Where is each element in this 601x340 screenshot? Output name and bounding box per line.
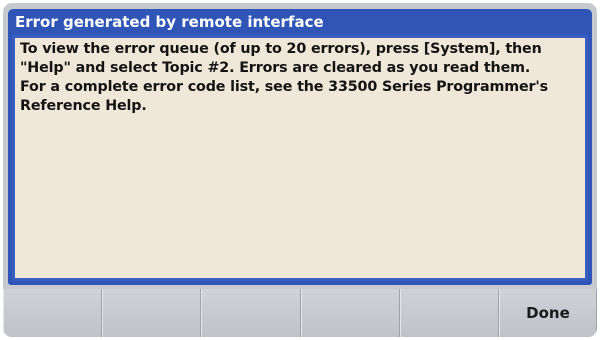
softkey-3[interactable] [201, 289, 301, 337]
softkey-1[interactable] [3, 289, 103, 337]
done-button[interactable]: Done [498, 289, 597, 337]
softkey-4[interactable] [300, 289, 400, 337]
softkey-2[interactable] [102, 289, 202, 337]
error-dialog: Error generated by remote interface To v… [8, 9, 592, 285]
dialog-body: To view the error queue (of up to 20 err… [12, 35, 588, 281]
softkey-bar: Done [3, 289, 597, 337]
softkey-5[interactable] [399, 289, 499, 337]
error-message-text: To view the error queue (of up to 20 err… [20, 41, 548, 114]
dialog-title: Error generated by remote interface [15, 13, 324, 31]
instrument-display: Error generated by remote interface To v… [3, 3, 597, 337]
